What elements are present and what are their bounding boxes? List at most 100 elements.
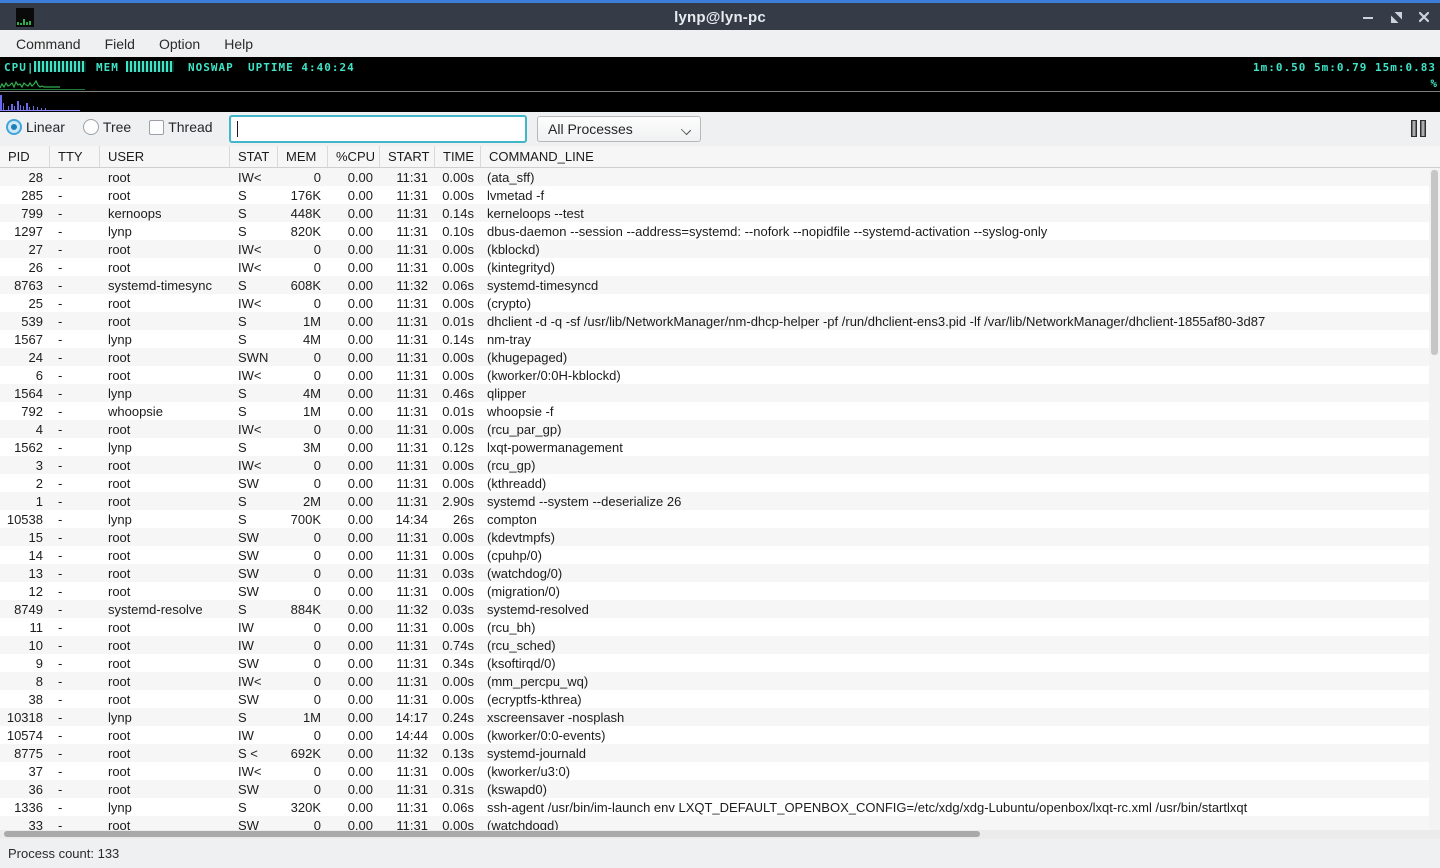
- column-header-command-line[interactable]: COMMAND_LINE: [481, 146, 1440, 167]
- cell-user: root: [100, 564, 230, 582]
- cell-cpu: 0.00: [328, 636, 380, 654]
- column-header-mem[interactable]: MEM: [278, 146, 328, 167]
- cell-user: root: [100, 636, 230, 654]
- table-row[interactable]: 539-rootS1M0.0011:310.01sdhclient -d -q …: [0, 312, 1440, 330]
- menu-option[interactable]: Option: [147, 33, 212, 55]
- menu-help[interactable]: Help: [212, 33, 265, 55]
- table-row[interactable]: 6-rootIW<00.0011:310.00s(kworker/0:0H-kb…: [0, 366, 1440, 384]
- table-row[interactable]: 36-rootSW00.0011:310.31s(kswapd0): [0, 780, 1440, 798]
- table-row[interactable]: 10538-lynpS700K0.0014:3426scompton: [0, 510, 1440, 528]
- table-row[interactable]: 8749-systemd-resolveS884K0.0011:320.03ss…: [0, 600, 1440, 618]
- cell-user: root: [100, 690, 230, 708]
- table-row[interactable]: 38-rootSW00.0011:310.00s(ecryptfs-kthrea…: [0, 690, 1440, 708]
- table-row[interactable]: 10574-rootIW00.0014:440.00s(kworker/0:0-…: [0, 726, 1440, 744]
- cell-pid: 799: [0, 204, 50, 222]
- table-row[interactable]: 11-rootIW00.0011:310.00s(rcu_bh): [0, 618, 1440, 636]
- pause-icon: [1411, 120, 1417, 137]
- cell-cmd: whoopsie -f: [481, 402, 1440, 420]
- cell-cmd: ssh-agent /usr/bin/im-launch env LXQT_DE…: [481, 798, 1440, 816]
- table-row[interactable]: 13-rootSW00.0011:310.03s(watchdog/0): [0, 564, 1440, 582]
- linear-radio[interactable]: [6, 119, 22, 135]
- table-row[interactable]: 25-rootIW<00.0011:310.00s(crypto): [0, 294, 1440, 312]
- pause-icon: [1420, 120, 1426, 137]
- search-input[interactable]: [229, 115, 527, 143]
- cell-cpu: 0.00: [328, 348, 380, 366]
- table-row[interactable]: 27-rootIW<00.0011:310.00s(kblockd): [0, 240, 1440, 258]
- cell-start: 11:31: [380, 456, 435, 474]
- cell-start: 11:31: [380, 312, 435, 330]
- column-header-stat[interactable]: STAT: [230, 146, 278, 167]
- table-row[interactable]: 9-rootSW00.0011:310.34s(ksoftirqd/0): [0, 654, 1440, 672]
- cell-tty: -: [50, 258, 100, 276]
- cell-pid: 4: [0, 420, 50, 438]
- table-row[interactable]: 799-kernoopsS448K0.0011:310.14skerneloop…: [0, 204, 1440, 222]
- menu-field[interactable]: Field: [93, 33, 147, 55]
- table-row[interactable]: 28-rootIW<00.0011:310.00s(ata_sff): [0, 168, 1440, 186]
- table-row[interactable]: 8-rootIW<00.0011:310.00s(mm_percpu_wq): [0, 672, 1440, 690]
- table-row[interactable]: 285-rootS176K0.0011:310.00slvmetad -f: [0, 186, 1440, 204]
- cell-user: root: [100, 780, 230, 798]
- cell-pid: 36: [0, 780, 50, 798]
- table-row[interactable]: 8763-systemd-timesyncS608K0.0011:320.06s…: [0, 276, 1440, 294]
- table-row[interactable]: 33-rootSW00.0011:310.00s(watchdogd): [0, 816, 1440, 830]
- cell-mem: 608K: [278, 276, 328, 294]
- cell-stat: SW: [230, 474, 278, 492]
- column-header-start[interactable]: START: [380, 146, 435, 167]
- table-row[interactable]: 37-rootIW<00.0011:310.00s(kworker/u3:0): [0, 762, 1440, 780]
- process-filter-dropdown[interactable]: All Processes: [537, 116, 701, 142]
- table-row[interactable]: 24-rootSWN00.0011:310.00s(khugepaged): [0, 348, 1440, 366]
- table-row[interactable]: 2-rootSW00.0011:310.00s(kthreadd): [0, 474, 1440, 492]
- table-row[interactable]: 1562-lynpS3M0.0011:310.12slxqt-powermana…: [0, 438, 1440, 456]
- table-row[interactable]: 10-rootIW00.0011:310.74s(rcu_sched): [0, 636, 1440, 654]
- vertical-scrollbar-thumb[interactable]: [1431, 170, 1438, 355]
- tree-radio[interactable]: [83, 119, 99, 135]
- menu-command[interactable]: Command: [4, 33, 93, 55]
- table-row[interactable]: 3-rootIW<00.0011:310.00s(rcu_gp): [0, 456, 1440, 474]
- minimize-button[interactable]: [1358, 7, 1378, 27]
- thread-checkbox[interactable]: [149, 120, 164, 135]
- column-header--cpu[interactable]: %CPU: [328, 146, 380, 167]
- table-row[interactable]: 792-whoopsieS1M0.0011:310.01swhoopsie -f: [0, 402, 1440, 420]
- cell-tty: -: [50, 528, 100, 546]
- titlebar[interactable]: lynp@lyn-pc: [0, 0, 1440, 30]
- cell-time: 0.00s: [435, 546, 481, 564]
- cell-user: root: [100, 366, 230, 384]
- cell-user: root: [100, 456, 230, 474]
- table-row[interactable]: 12-rootSW00.0011:310.00s(migration/0): [0, 582, 1440, 600]
- pause-button[interactable]: [1411, 120, 1433, 138]
- cell-tty: -: [50, 510, 100, 528]
- horizontal-scrollbar[interactable]: [0, 830, 1440, 839]
- table-row[interactable]: 1336-lynpS320K0.0011:310.06sssh-agent /u…: [0, 798, 1440, 816]
- table-row[interactable]: 15-rootSW00.0011:310.00s(kdevtmpfs): [0, 528, 1440, 546]
- cell-time: 26s: [435, 510, 481, 528]
- table-row[interactable]: 1297-lynpS820K0.0011:310.10sdbus-daemon …: [0, 222, 1440, 240]
- cell-mem: 0: [278, 582, 328, 600]
- cpu-label: CPU|: [4, 61, 35, 74]
- cell-cpu: 0.00: [328, 420, 380, 438]
- table-row[interactable]: 1-rootS2M0.0011:312.90ssystemd --system …: [0, 492, 1440, 510]
- column-header-pid[interactable]: PID: [0, 146, 50, 167]
- restore-button[interactable]: [1386, 7, 1406, 27]
- table-row[interactable]: 14-rootSW00.0011:310.00s(cpuhp/0): [0, 546, 1440, 564]
- table-row[interactable]: 8775-rootS <692K0.0011:320.13ssystemd-jo…: [0, 744, 1440, 762]
- cell-user: lynp: [100, 438, 230, 456]
- cell-start: 11:32: [380, 276, 435, 294]
- column-header-user[interactable]: USER: [100, 146, 230, 167]
- table-row[interactable]: 4-rootIW<00.0011:310.00s(rcu_par_gp): [0, 420, 1440, 438]
- cell-cmd: (mm_percpu_wq): [481, 672, 1440, 690]
- cell-stat: IW: [230, 618, 278, 636]
- cell-time: 0.00s: [435, 582, 481, 600]
- vertical-scrollbar[interactable]: [1429, 168, 1440, 830]
- close-button[interactable]: [1414, 7, 1434, 27]
- table-row[interactable]: 26-rootIW<00.0011:310.00s(kintegrityd): [0, 258, 1440, 276]
- table-row[interactable]: 1564-lynpS4M0.0011:310.46sqlipper: [0, 384, 1440, 402]
- column-header-tty[interactable]: TTY: [50, 146, 100, 167]
- cell-time: 0.00s: [435, 474, 481, 492]
- cell-start: 14:17: [380, 708, 435, 726]
- horizontal-scrollbar-thumb[interactable]: [4, 831, 980, 837]
- table-row[interactable]: 1567-lynpS4M0.0011:310.14snm-tray: [0, 330, 1440, 348]
- table-row[interactable]: 10318-lynpS1M0.0014:170.24sxscreensaver …: [0, 708, 1440, 726]
- cell-pid: 9: [0, 654, 50, 672]
- cell-time: 0.00s: [435, 690, 481, 708]
- column-header-time[interactable]: TIME: [435, 146, 481, 167]
